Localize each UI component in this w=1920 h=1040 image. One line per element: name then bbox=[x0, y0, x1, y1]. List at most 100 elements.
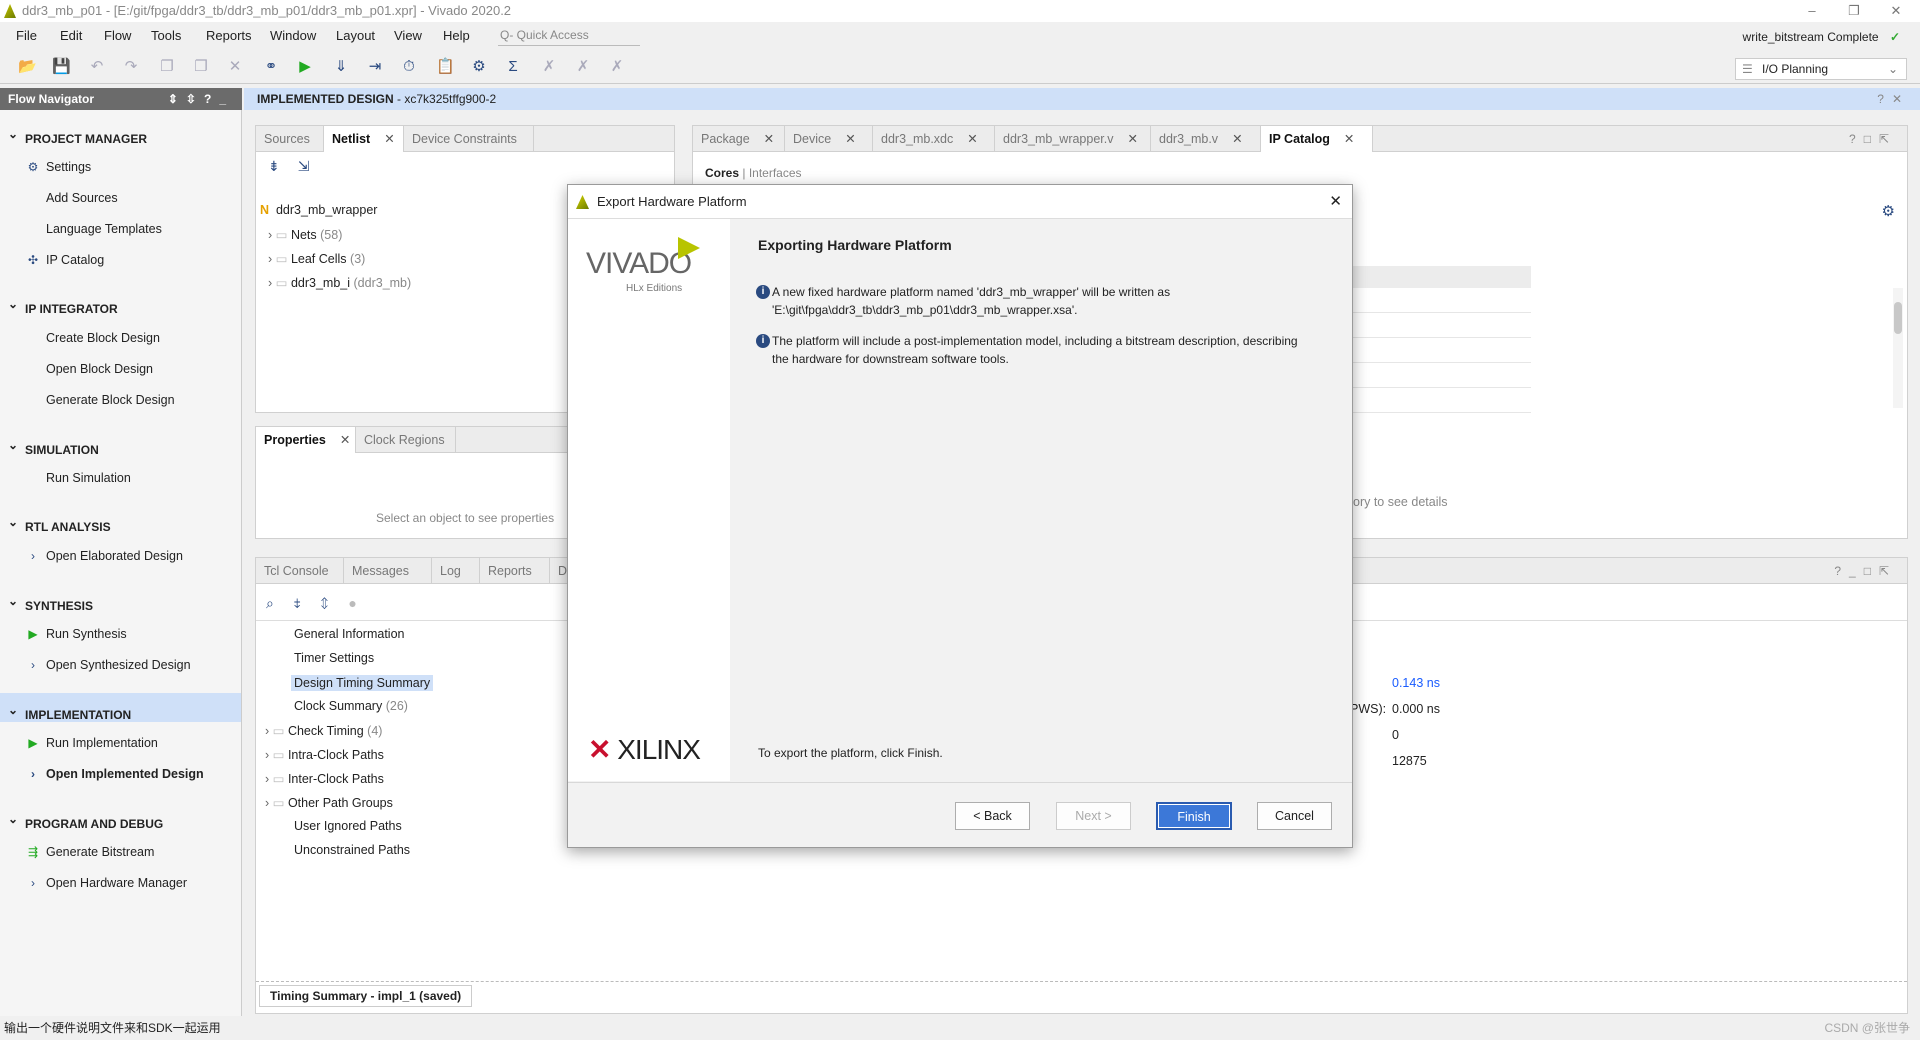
flow-nav-controls[interactable]: ⇕⇳?_ bbox=[168, 88, 234, 110]
settings-icon[interactable]: ⚙ bbox=[470, 58, 488, 76]
tab-sources[interactable]: Sources bbox=[256, 126, 324, 152]
nav-open-implemented-design[interactable]: › Open Implemented Design bbox=[31, 767, 204, 781]
timing-item[interactable]: Design Timing Summary bbox=[291, 675, 434, 691]
tab-ddr3-mb-wrapper-v[interactable]: ddr3_mb_wrapper.v ✕ bbox=[995, 126, 1151, 152]
netlist-node[interactable]: › ▭ ddr3_mb_i (ddr3_mb) bbox=[268, 275, 411, 290]
section-program-and-debug[interactable]: PROGRAM AND DEBUG bbox=[8, 812, 163, 831]
chevron-right-icon[interactable]: › bbox=[265, 724, 269, 738]
step-icon[interactable]: ⇥ bbox=[366, 58, 384, 76]
close-tab-icon[interactable]: ✕ bbox=[384, 132, 394, 146]
restore-button[interactable]: ❐ bbox=[1836, 0, 1872, 22]
copy-icon[interactable]: ❐ bbox=[158, 58, 176, 76]
close-tab-icon[interactable]: ✕ bbox=[1232, 132, 1242, 146]
menu-layout[interactable]: Layout bbox=[336, 28, 375, 43]
quick-access-input[interactable]: Q- Quick Access bbox=[498, 26, 640, 46]
timing-item[interactable]: › ▭ Check Timing (4) bbox=[265, 723, 382, 738]
menu-edit[interactable]: Edit bbox=[60, 28, 82, 43]
report-icon[interactable]: 📋 bbox=[436, 58, 455, 76]
redo-icon[interactable]: ↷ bbox=[122, 58, 140, 76]
tab-reports[interactable]: Reports bbox=[480, 558, 550, 584]
paste-icon[interactable]: ❐ bbox=[192, 58, 210, 76]
section-implementation[interactable]: IMPLEMENTATION bbox=[8, 703, 131, 722]
nav-open-elaborated-design[interactable]: › Open Elaborated Design bbox=[31, 549, 183, 563]
timing-item[interactable]: › ▭ Intra-Clock Paths bbox=[265, 747, 384, 762]
nav-run-synthesis[interactable]: ▶ Run Synthesis bbox=[28, 627, 126, 641]
ip-table-scrollbar[interactable] bbox=[1893, 288, 1903, 408]
menu-flow[interactable]: Flow bbox=[104, 28, 131, 43]
tab-properties[interactable]: Properties ✕ bbox=[256, 427, 356, 453]
ip-subtabs[interactable]: Cores | Interfaces bbox=[705, 166, 802, 180]
header-controls[interactable]: ?✕ bbox=[1877, 88, 1910, 110]
timing-item[interactable]: Clock Summary (26) bbox=[294, 699, 408, 713]
layout-select[interactable]: ☰ I/O Planning ⌄ bbox=[1735, 58, 1907, 80]
sum-icon[interactable]: Σ bbox=[504, 58, 522, 76]
panel-controls[interactable]: ?□⇱ bbox=[1849, 132, 1897, 146]
chevron-right-icon[interactable]: › bbox=[265, 748, 269, 762]
tab-ddr3-mb-xdc[interactable]: ddr3_mb.xdc ✕ bbox=[873, 126, 995, 152]
timing-item[interactable]: Unconstrained Paths bbox=[294, 843, 410, 857]
menu-tools[interactable]: Tools bbox=[151, 28, 181, 43]
menu-view[interactable]: View bbox=[394, 28, 422, 43]
next-button[interactable]: Next > bbox=[1056, 802, 1131, 830]
wns-value[interactable]: 0.143 ns bbox=[1392, 676, 1440, 690]
find-icon[interactable]: ⚭ bbox=[262, 58, 280, 76]
tab-log[interactable]: Log bbox=[432, 558, 480, 584]
run-icon[interactable]: ▶ bbox=[296, 58, 314, 76]
close-tab-icon[interactable]: ✕ bbox=[1127, 132, 1137, 146]
section-simulation[interactable]: SIMULATION bbox=[8, 438, 99, 457]
nav-create-block-design[interactable]: Create Block Design bbox=[46, 331, 160, 345]
menu-reports[interactable]: Reports bbox=[206, 28, 252, 43]
menu-file[interactable]: File bbox=[16, 28, 37, 43]
tab-clock-regions[interactable]: Clock Regions bbox=[356, 427, 456, 453]
delete-icon[interactable]: ✕ bbox=[226, 58, 244, 76]
nav-generate-bitstream[interactable]: ⇶ Generate Bitstream bbox=[28, 845, 154, 859]
tab-ip-catalog[interactable]: IP Catalog ✕ bbox=[1261, 126, 1373, 152]
close-tab-icon[interactable]: ✕ bbox=[764, 132, 774, 146]
nav-open-hardware-manager[interactable]: › Open Hardware Manager bbox=[31, 876, 187, 890]
section-synthesis[interactable]: SYNTHESIS bbox=[8, 594, 93, 613]
section-project-manager[interactable]: PROJECT MANAGER bbox=[8, 127, 147, 146]
nav-generate-block-design[interactable]: Generate Block Design bbox=[46, 393, 175, 407]
menu-window[interactable]: Window bbox=[270, 28, 316, 43]
close-tab-icon[interactable]: ✕ bbox=[340, 433, 350, 447]
nav-run-simulation[interactable]: Run Simulation bbox=[46, 471, 131, 485]
timing-summary-tab[interactable]: Timing Summary - impl_1 (saved) bbox=[259, 985, 473, 1007]
tab-device-constraints[interactable]: Device Constraints bbox=[404, 126, 534, 152]
disabled-icon[interactable]: ✗ bbox=[608, 58, 626, 76]
nav-ip-catalog[interactable]: ✣ IP Catalog bbox=[28, 253, 104, 267]
minimize-button[interactable]: – bbox=[1794, 0, 1830, 22]
timing-item[interactable]: User Ignored Paths bbox=[294, 819, 402, 833]
netlist-node[interactable]: › ▭ Leaf Cells (3) bbox=[268, 251, 365, 266]
nav-run-implementation[interactable]: ▶ Run Implementation bbox=[28, 736, 158, 750]
gear-icon[interactable]: ⚙ bbox=[1882, 202, 1895, 220]
menu-help[interactable]: Help bbox=[443, 28, 470, 43]
undo-icon[interactable]: ↶ bbox=[88, 58, 106, 76]
section-ip-integrator[interactable]: IP INTEGRATOR bbox=[8, 297, 118, 316]
tab-device[interactable]: Device ✕ bbox=[785, 126, 873, 152]
tab-package[interactable]: Package ✕ bbox=[693, 126, 785, 152]
nav-add-sources[interactable]: Add Sources bbox=[46, 191, 118, 205]
collapse-expand-icons[interactable]: ⇟⇲ bbox=[268, 158, 327, 175]
tab-interfaces[interactable]: Interfaces bbox=[749, 166, 802, 180]
finish-button[interactable]: Finish bbox=[1156, 802, 1232, 830]
nav-language-templates[interactable]: Language Templates bbox=[46, 222, 162, 236]
timing-item[interactable]: › ▭ Inter-Clock Paths bbox=[265, 771, 384, 786]
close-tab-icon[interactable]: ✕ bbox=[845, 132, 855, 146]
timing-item[interactable]: Timer Settings bbox=[294, 651, 374, 665]
timing-item[interactable]: General Information bbox=[294, 627, 404, 641]
section-rtl-analysis[interactable]: RTL ANALYSIS bbox=[8, 515, 111, 534]
timer-icon[interactable]: ⏱ bbox=[400, 58, 418, 76]
timing-item[interactable]: › ▭ Other Path Groups bbox=[265, 795, 393, 810]
back-button[interactable]: < Back bbox=[955, 802, 1030, 830]
tab-tcl-console[interactable]: Tcl Console bbox=[256, 558, 344, 584]
tab-cores[interactable]: Cores bbox=[705, 166, 739, 180]
tab-netlist[interactable]: Netlist ✕ bbox=[324, 126, 404, 152]
chevron-right-icon[interactable]: › bbox=[265, 796, 269, 810]
nav-open-synthesized-design[interactable]: › Open Synthesized Design bbox=[31, 658, 191, 672]
program-icon[interactable]: ⇓ bbox=[332, 58, 350, 76]
open-project-icon[interactable]: 📂 bbox=[18, 58, 37, 76]
close-window-button[interactable]: ✕ bbox=[1878, 0, 1914, 22]
cancel-icon[interactable]: ✗ bbox=[540, 58, 558, 76]
close-tab-icon[interactable]: ✕ bbox=[1344, 132, 1354, 146]
chevron-right-icon[interactable]: › bbox=[265, 772, 269, 786]
